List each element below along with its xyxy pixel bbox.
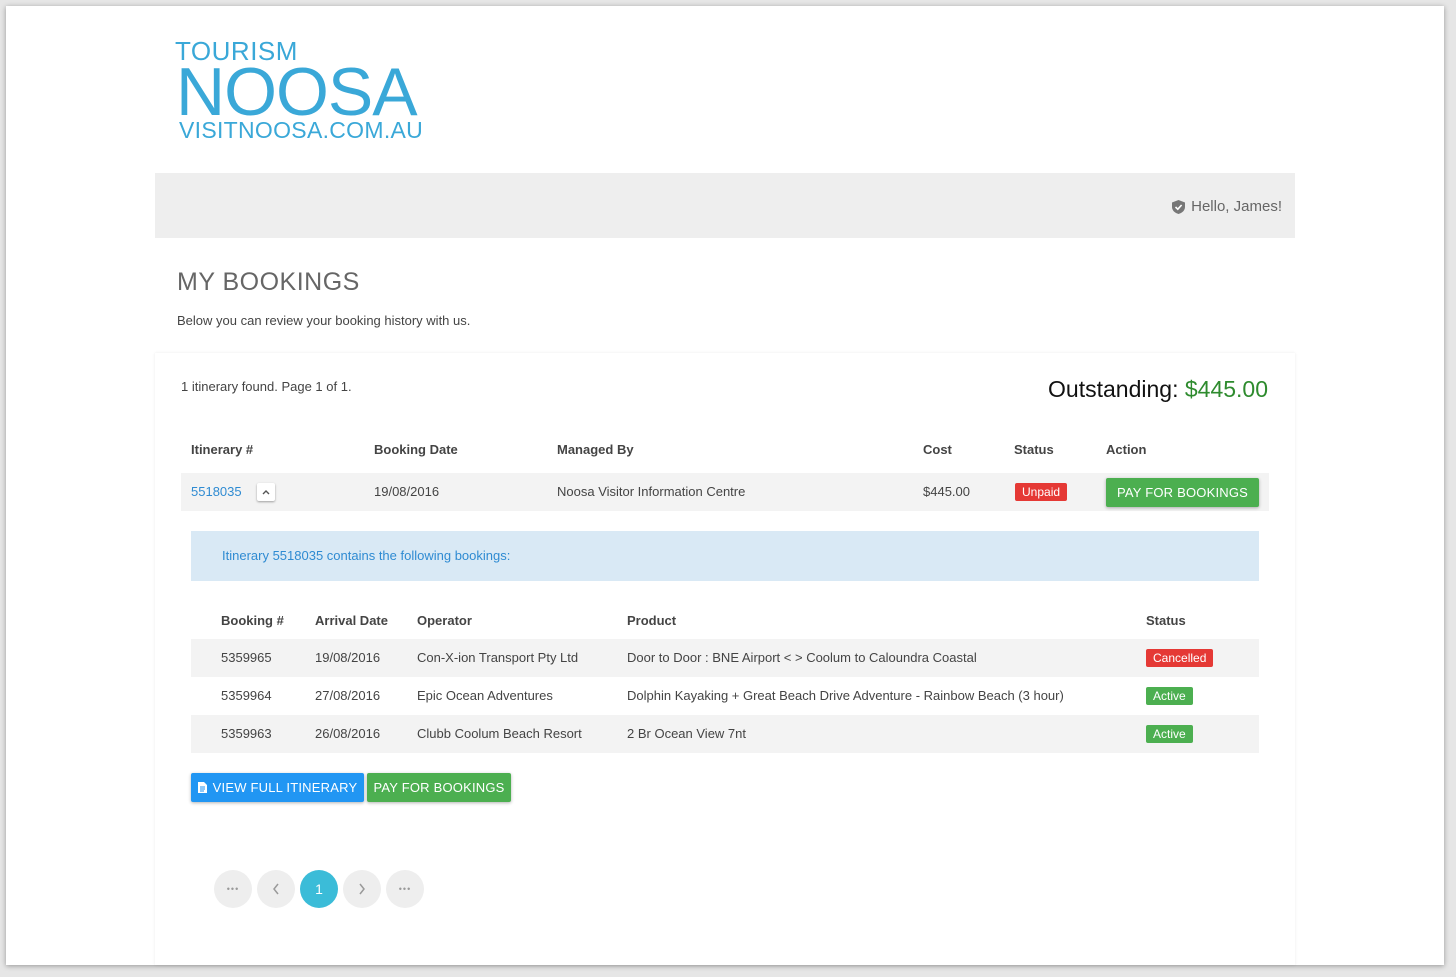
operator-cell: Con-X-ion Transport Pty Ltd [417,650,579,665]
col-arrival-date: Arrival Date [315,613,388,628]
status-badge-active: Active [1146,725,1193,743]
ellipsis-icon: ••• [226,884,240,894]
user-bar: Hello, James! [155,173,1295,238]
view-full-itinerary-label: VIEW FULL ITINERARY [212,780,358,795]
booking-date-cell: 19/08/2016 [374,484,440,499]
pagination-first[interactable]: ••• [214,870,252,908]
product-cell: 2 Br Ocean View 7nt [627,726,746,741]
status-badge-cancelled: Cancelled [1146,649,1214,667]
pagination-prev[interactable] [257,870,295,908]
logo-line-3: VISITNOOSA.COM.AU [179,117,424,143]
pagination-page-1[interactable]: 1 [300,870,338,908]
itinerary-info-alert: Itinerary 5518035 contains the following… [191,531,1259,581]
table-row: 5359964 27/08/2016 Epic Ocean Adventures… [191,677,1259,715]
pay-for-bookings-row-button[interactable]: PAY FOR BOOKINGS [1106,478,1259,507]
status-badge-unpaid: Unpaid [1015,483,1068,501]
table-row: 5359965 19/08/2016 Con-X-ion Transport P… [191,639,1259,677]
outstanding-total: Outstanding: $445.00 [1048,376,1268,403]
arrival-date-cell: 19/08/2016 [315,650,381,665]
col-status: Status [1014,442,1054,457]
table-row: 5359963 26/08/2016 Clubb Coolum Beach Re… [191,715,1259,753]
page-title: MY BOOKINGS [177,268,360,296]
status-badge-active: Active [1146,687,1193,705]
col-booking-date: Booking Date [374,442,458,457]
itinerary-number-link[interactable]: 5518035 [191,473,242,511]
arrival-date-cell: 27/08/2016 [315,688,381,703]
col-itinerary: Itinerary # [191,442,254,457]
managed-by-cell: Noosa Visitor Information Centre [557,484,746,499]
col-action: Action [1106,442,1147,457]
collapse-toggle-button[interactable] [257,483,275,501]
pagination-next[interactable] [343,870,381,908]
chevron-up-icon [262,490,270,495]
itinerary-info-text: Itinerary 5518035 contains the following… [222,548,511,563]
col-operator: Operator [417,613,472,628]
booking-status-cell: Active [1146,677,1193,715]
operator-cell: Epic Ocean Adventures [417,688,553,703]
pay-for-bookings-button[interactable]: PAY FOR BOOKINGS [367,773,511,802]
product-cell: Dolphin Kayaking + Great Beach Drive Adv… [627,688,1064,703]
chevron-left-icon [273,883,279,895]
booking-number-cell: 5359964 [221,688,272,703]
results-count: 1 itinerary found. Page 1 of 1. [181,379,352,394]
col-product: Product [627,613,677,628]
outstanding-amount: $445.00 [1184,376,1268,402]
col-booking-number: Booking # [221,613,284,628]
arrival-date-cell: 26/08/2016 [315,726,381,741]
booking-status-cell: Cancelled [1146,639,1214,677]
booking-number-cell: 5359963 [221,726,272,741]
booking-number-cell: 5359965 [221,650,272,665]
product-cell: Door to Door : BNE Airport < > Coolum to… [627,650,977,665]
greeting-text: Hello, James! [1191,198,1282,215]
outstanding-label: Outstanding: [1048,376,1179,402]
ellipsis-icon: ••• [398,884,412,894]
col-cost: Cost [923,442,952,457]
shield-check-icon [1172,199,1186,214]
pagination-last[interactable]: ••• [386,870,424,908]
tourism-noosa-logo[interactable]: TOURISM NOOSA VISITNOOSA.COM.AU [172,30,442,145]
document-icon [197,782,207,793]
cost-cell: $445.00 [923,484,970,499]
page-subtitle: Below you can review your booking histor… [177,313,471,328]
status-cell: Unpaid [1015,473,1068,511]
operator-cell: Clubb Coolum Beach Resort [417,726,582,741]
col-managed-by: Managed By [557,442,634,457]
user-greeting[interactable]: Hello, James! [1172,198,1282,215]
chevron-right-icon [359,883,365,895]
col-booking-status: Status [1146,613,1186,628]
booking-status-cell: Active [1146,715,1193,753]
view-full-itinerary-button[interactable]: VIEW FULL ITINERARY [191,773,364,802]
